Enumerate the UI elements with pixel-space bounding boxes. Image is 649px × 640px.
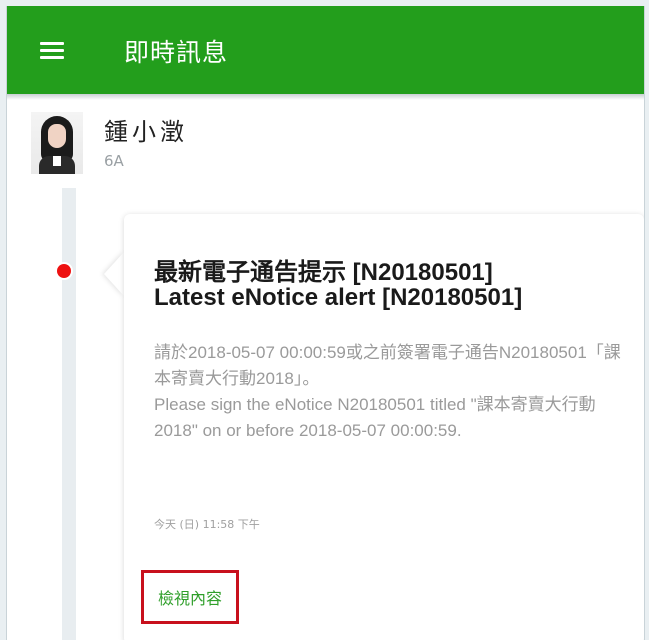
unread-dot-icon: [57, 264, 71, 278]
timeline-line: [62, 188, 76, 640]
hamburger-menu-icon[interactable]: [40, 42, 64, 60]
app-bar: 即時訊息: [7, 6, 644, 94]
message-body-en: Please sign the eNotice N20180501 titled…: [154, 395, 596, 440]
message-list[interactable]: 鍾小澂 6A 最新電子通告提示 [N20180501] Latest eNoti…: [7, 100, 644, 640]
card-pointer: [104, 252, 124, 296]
view-content-link[interactable]: 檢視內容: [141, 570, 240, 624]
app-window: 即時訊息 鍾小澂 6A 最新電子通告提示 [N20180501] Latest …: [6, 6, 645, 640]
message-title-zh: 最新電子通告提示 [N20180501]: [154, 259, 493, 286]
avatar[interactable]: [31, 112, 83, 174]
sender-class: 6A: [104, 152, 124, 170]
page-title: 即時訊息: [124, 38, 229, 67]
message-timestamp: 今天 (日) 11:58 下午: [154, 518, 260, 531]
message-body-zh: 請於2018-05-07 00:00:59或之前簽署電子通告N20180501「…: [154, 343, 621, 388]
message-body: 請於2018-05-07 00:00:59或之前簽署電子通告N20180501「…: [154, 340, 624, 444]
message-card[interactable]: 最新電子通告提示 [N20180501] Latest eNotice aler…: [124, 214, 644, 640]
sender-name: 鍾小澂: [104, 118, 188, 146]
message-title-en: Latest eNotice alert [N20180501]: [154, 284, 523, 311]
